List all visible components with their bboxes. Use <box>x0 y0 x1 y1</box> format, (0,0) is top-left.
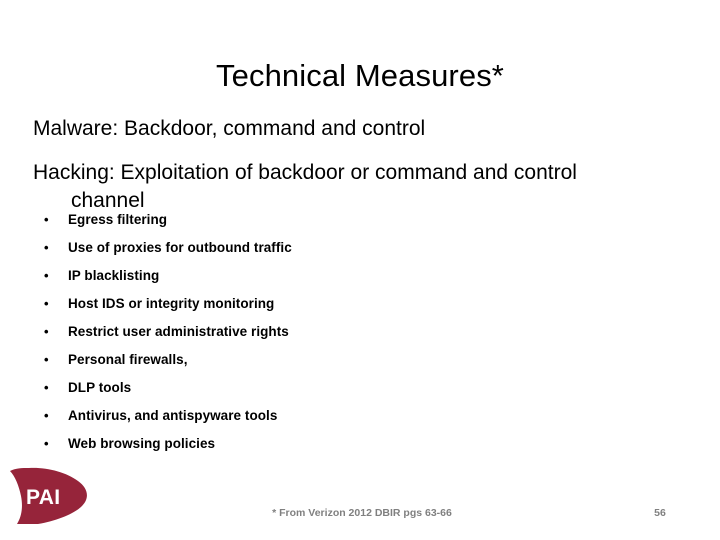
bullet-icon: • <box>44 436 49 451</box>
source-footnote: * From Verizon 2012 DBIR pgs 63-66 <box>272 507 452 519</box>
list-item: • Host IDS or integrity monitoring <box>40 290 640 318</box>
list-item-label: Personal firewalls, <box>68 352 188 367</box>
list-item-label: Antivirus, and antispyware tools <box>68 408 278 423</box>
list-item: • Restrict user administrative rights <box>40 318 640 346</box>
page-title: Technical Measures* <box>216 57 504 93</box>
bullet-icon: • <box>44 240 49 255</box>
bullet-icon: • <box>44 296 49 311</box>
bullet-icon: • <box>44 268 49 283</box>
page-number: 56 <box>654 507 666 519</box>
slide-canvas: Technical Measures* Malware: Backdoor, c… <box>0 0 720 540</box>
list-item-label: DLP tools <box>68 380 132 395</box>
list-item-label: Web browsing policies <box>68 436 216 451</box>
list-item: • Personal firewalls, <box>40 346 640 374</box>
list-item: • Egress filtering <box>40 206 640 234</box>
list-item: • Web browsing policies <box>40 430 640 458</box>
technical-measures-list: • Egress filtering • Use of proxies for … <box>40 206 640 458</box>
bullet-icon: • <box>44 352 49 367</box>
bullet-icon: • <box>44 324 49 339</box>
list-item: • Use of proxies for outbound traffic <box>40 234 640 262</box>
list-item-label: Use of proxies for outbound traffic <box>68 240 292 255</box>
list-item: • DLP tools <box>40 374 640 402</box>
list-item-label: Host IDS or integrity monitoring <box>68 296 275 311</box>
bullet-icon: • <box>44 212 49 227</box>
bullet-icon: • <box>44 408 49 423</box>
list-item-label: Egress filtering <box>68 212 168 227</box>
list-item: • Antivirus, and antispyware tools <box>40 402 640 430</box>
list-item-label: Restrict user administrative rights <box>68 324 289 339</box>
bullet-icon: • <box>44 380 49 395</box>
lead-line-malware: Malware: Backdoor, command and control <box>33 117 426 140</box>
list-item: • IP blacklisting <box>40 262 640 290</box>
pai-logo-icon <box>8 466 100 528</box>
list-item-label: IP blacklisting <box>68 268 160 283</box>
